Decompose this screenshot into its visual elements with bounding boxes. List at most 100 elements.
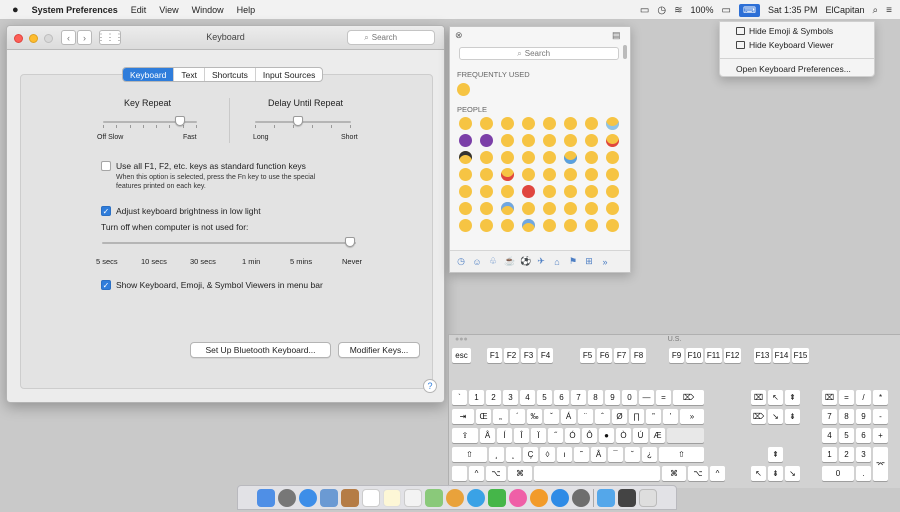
key-z[interactable]: ¸ [489, 447, 504, 462]
safari-icon[interactable] [299, 488, 317, 507]
key-4[interactable]: 4 [520, 390, 535, 405]
hide-keyboard-viewer-item[interactable]: Hide Keyboard Viewer [720, 40, 874, 50]
key-i[interactable]: ˆ [595, 409, 610, 424]
recent-category-icon[interactable]: ◷ [456, 256, 466, 267]
numpad-clear[interactable]: ⌧ [822, 390, 837, 405]
key-down-arrow[interactable]: ⇟ [768, 466, 783, 481]
key-k[interactable]: ● [599, 428, 614, 443]
maps-icon[interactable] [425, 488, 443, 507]
numpad-4[interactable]: 4 [822, 428, 837, 443]
key-return[interactable] [667, 428, 704, 443]
menu-window[interactable]: Window [192, 5, 224, 15]
key-slash[interactable]: ¿ [642, 447, 657, 462]
key-y[interactable]: Á [561, 409, 576, 424]
key-u[interactable]: ¨ [578, 409, 593, 424]
emoji-item[interactable] [539, 117, 560, 130]
key-7[interactable]: 7 [571, 390, 586, 405]
key-left-option[interactable]: ⌥ [486, 466, 506, 481]
emoji-item[interactable] [560, 117, 581, 130]
key-right-bracket[interactable]: ’ [663, 409, 678, 424]
ibooks-icon[interactable] [530, 488, 548, 507]
emoji-search-input[interactable] [524, 49, 561, 58]
fn-keys-checkbox[interactable] [101, 161, 111, 171]
food-category-icon[interactable]: ☕ [504, 256, 515, 267]
key-8[interactable]: 8 [588, 390, 603, 405]
key-repeat-knob[interactable] [175, 116, 185, 126]
numpad-0[interactable]: 0 [822, 466, 854, 481]
downloads-folder-icon[interactable] [597, 488, 615, 507]
numpad-3[interactable]: 3 [856, 447, 871, 462]
modifier-keys-button[interactable]: Modifier Keys... [338, 342, 420, 358]
facetime-icon[interactable] [488, 488, 506, 507]
key-q[interactable]: Œ [476, 409, 491, 424]
trash-icon[interactable] [639, 488, 657, 507]
emoji-item[interactable] [476, 134, 497, 147]
emoji-item[interactable] [497, 151, 518, 164]
key-f2[interactable]: F2 [504, 348, 519, 363]
key-3[interactable]: 3 [503, 390, 518, 405]
key-x[interactable]: ˛ [506, 447, 521, 462]
emoji-item[interactable] [602, 168, 623, 181]
key-f10[interactable]: F10 [686, 348, 703, 363]
key-m[interactable]: Â [591, 447, 606, 462]
key-left-bracket[interactable]: ” [646, 409, 661, 424]
emoji-item[interactable] [539, 134, 560, 147]
emoji-item[interactable] [602, 202, 623, 215]
key-d[interactable]: Î [514, 428, 529, 443]
menu-help[interactable]: Help [237, 5, 256, 15]
emoji-item[interactable] [518, 151, 539, 164]
key-v[interactable]: ◊ [540, 447, 555, 462]
emoji-item[interactable] [476, 168, 497, 181]
key-c[interactable]: Ç [523, 447, 538, 462]
emoji-item[interactable] [518, 202, 539, 215]
palette-close-icon[interactable]: ⊗ [455, 30, 463, 41]
emoji-item[interactable] [560, 134, 581, 147]
key-f5[interactable]: F5 [580, 348, 595, 363]
emoji-item[interactable] [581, 219, 602, 232]
key-r[interactable]: ‰ [527, 409, 542, 424]
emoji-search-field[interactable]: ⌕ [459, 47, 619, 60]
key-end[interactable]: ↘ [768, 409, 783, 424]
hide-emoji-item[interactable]: Hide Emoji & Symbols [720, 26, 874, 36]
key-f11[interactable]: F11 [705, 348, 722, 363]
key-page-up[interactable]: ⇞ [785, 390, 800, 405]
emoji-item[interactable] [518, 219, 539, 232]
key-minus[interactable]: — [639, 390, 654, 405]
key-h[interactable]: Ó [565, 428, 580, 443]
key-left-shift[interactable]: ⇧ [452, 447, 487, 462]
emoji-item[interactable] [560, 202, 581, 215]
bluetooth-keyboard-button[interactable]: Set Up Bluetooth Keyboard... [190, 342, 331, 358]
numpad-minus[interactable]: - [873, 409, 888, 424]
more-categories-icon[interactable]: » [600, 257, 610, 267]
key-e[interactable]: ´ [510, 409, 525, 424]
time-machine-icon[interactable]: ◷ [657, 5, 666, 16]
key-up-arrow[interactable]: ⇞ [768, 447, 783, 462]
numpad-6[interactable]: 6 [856, 428, 871, 443]
emoji-item[interactable] [455, 202, 476, 215]
emoji-item[interactable] [518, 168, 539, 181]
emoji-item[interactable] [539, 168, 560, 181]
tab-shortcuts[interactable]: Shortcuts [203, 68, 255, 81]
numpad-7[interactable]: 7 [822, 409, 837, 424]
numpad-1[interactable]: 1 [822, 447, 837, 462]
battery-percent[interactable]: 100% [691, 5, 714, 15]
emoji-item[interactable] [581, 185, 602, 198]
user-name[interactable]: ElCapitan [826, 5, 865, 15]
keyboard-viewer-dock-icon[interactable] [618, 488, 636, 507]
key-right-shift[interactable]: ⇧ [659, 447, 704, 462]
key-fn[interactable] [452, 466, 467, 481]
notification-center-icon[interactable]: ≡ [886, 5, 892, 16]
key-f[interactable]: Ï [531, 428, 546, 443]
emoji-item[interactable] [581, 117, 602, 130]
delay-repeat-knob[interactable] [293, 116, 303, 126]
key-left-control[interactable]: ^ [469, 466, 484, 481]
open-keyboard-prefs-item[interactable]: Open Keyboard Preferences... [720, 64, 874, 74]
key-home[interactable]: ↖ [768, 390, 783, 405]
emoji-item[interactable] [581, 202, 602, 215]
tab-keyboard[interactable]: Keyboard [123, 68, 174, 81]
numpad-enter[interactable]: ⌤ [873, 447, 888, 481]
notes-icon[interactable] [383, 488, 401, 507]
key-l[interactable]: Ò [616, 428, 631, 443]
symbols-category-icon[interactable]: ⊞ [584, 256, 594, 267]
objects-category-icon[interactable]: ⌂ [552, 257, 562, 267]
